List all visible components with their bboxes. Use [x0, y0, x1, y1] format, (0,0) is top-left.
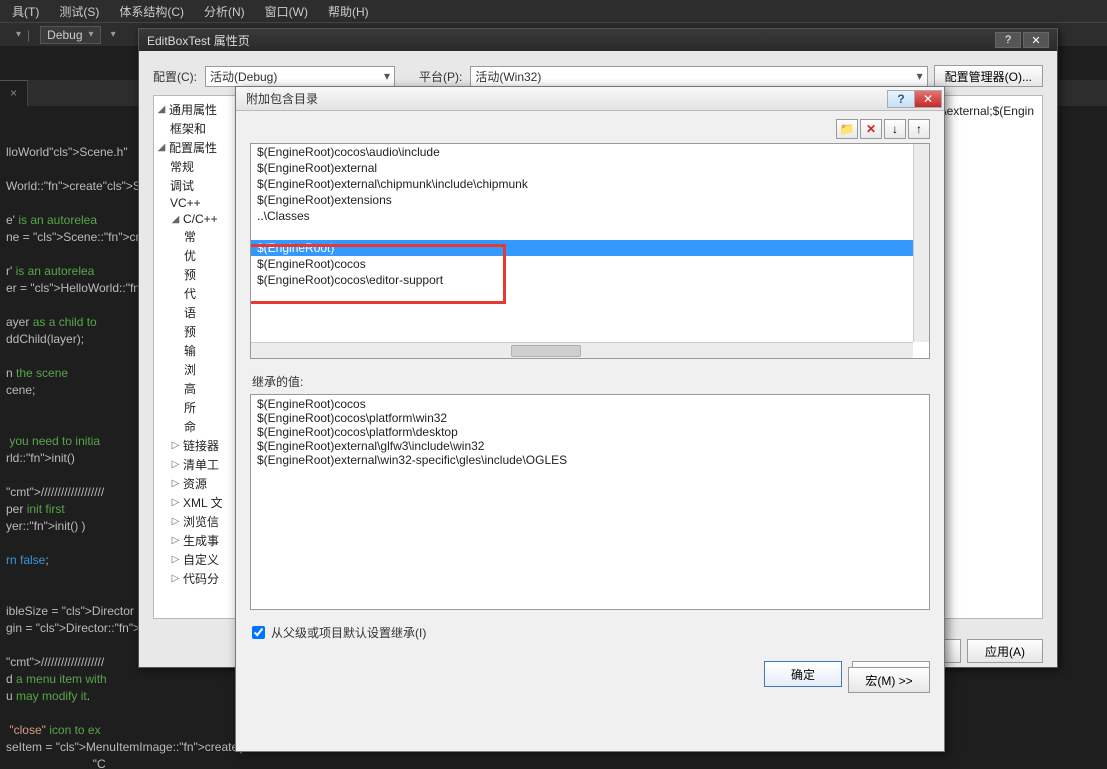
macro-button[interactable]: 宏(M) >>: [848, 667, 930, 693]
list-toolbar: 📁 ✕ ↓ ↑: [250, 119, 930, 139]
list-item[interactable]: $(EngineRoot)extensions: [251, 192, 929, 208]
close-btn[interactable]: ✕: [1023, 32, 1049, 48]
inherited-label: 继承的值:: [252, 373, 930, 390]
menu-help[interactable]: 帮助(H): [318, 0, 379, 23]
inherit-item: $(EngineRoot)cocos: [257, 397, 923, 411]
dialog-ok-button[interactable]: 确定: [764, 661, 842, 687]
additional-include-dialog: 附加包含目录 ? ✕ 📁 ✕ ↓ ↑ $(EngineRoot)cocos\au…: [235, 86, 945, 752]
menu-test[interactable]: 测试(S): [49, 0, 109, 23]
list-item[interactable]: $(EngineRoot)cocos\editor-support: [251, 272, 929, 288]
move-down-icon[interactable]: ↓: [884, 119, 906, 139]
list-item[interactable]: $(EngineRoot)external\chipmunk\include\c…: [251, 176, 929, 192]
include-dirs-list[interactable]: $(EngineRoot)cocos\audio\include$(Engine…: [250, 143, 930, 359]
menu-arch[interactable]: 体系结构(C): [109, 0, 194, 23]
prop-title-text: EditBoxTest 属性页: [147, 32, 250, 49]
toolbar-sep2: ▾: [111, 29, 116, 40]
platform-combo[interactable]: 活动(Win32)▾: [470, 66, 927, 87]
dialog-title: 附加包含目录: [246, 90, 318, 107]
inherit-checkbox[interactable]: [252, 626, 265, 639]
delete-icon[interactable]: ✕: [860, 119, 882, 139]
new-folder-icon[interactable]: 📁: [836, 119, 858, 139]
list-item[interactable]: $(EngineRoot)cocos\audio\include: [251, 144, 929, 160]
config-manager-button[interactable]: 配置管理器(O)...: [934, 65, 1043, 87]
inherit-item: $(EngineRoot)cocos\platform\desktop: [257, 425, 923, 439]
menu-tools[interactable]: 具(T): [2, 0, 49, 23]
dialog-help-icon[interactable]: ?: [887, 90, 915, 108]
menu-analyze[interactable]: 分析(N): [194, 0, 255, 23]
editor-tab[interactable]: ×: [0, 80, 28, 106]
toolbar-sep1: ▾: [16, 29, 21, 40]
config-label: 配置(C):: [153, 68, 197, 85]
inherit-check-label: 从父级或项目默认设置继承(I): [271, 624, 426, 641]
list-item[interactable]: $(EngineRoot)cocos: [251, 256, 929, 272]
move-up-icon[interactable]: ↑: [908, 119, 930, 139]
dialog-close-icon[interactable]: ✕: [914, 90, 942, 108]
help-btn[interactable]: ?: [995, 32, 1021, 48]
list-hscroll[interactable]: [251, 342, 913, 358]
list-item[interactable]: [251, 224, 929, 240]
inherited-list: $(EngineRoot)cocos$(EngineRoot)cocos\pla…: [250, 394, 930, 610]
inherit-item: $(EngineRoot)external\win32-specific\gle…: [257, 453, 923, 467]
menu-window[interactable]: 窗口(W): [255, 0, 318, 23]
prop-apply-button[interactable]: 应用(A): [967, 639, 1043, 663]
config-dropdown[interactable]: Debug▾: [40, 26, 100, 44]
main-menu: 具(T) 测试(S) 体系结构(C) 分析(N) 窗口(W) 帮助(H): [0, 0, 1107, 22]
platform-label: 平台(P):: [419, 68, 462, 85]
inherit-item: $(EngineRoot)cocos\platform\win32: [257, 411, 923, 425]
list-vscroll[interactable]: [913, 144, 929, 342]
prop-titlebar[interactable]: EditBoxTest 属性页 ? ✕: [139, 29, 1057, 51]
list-item[interactable]: $(EngineRoot)external: [251, 160, 929, 176]
inherit-item: $(EngineRoot)external\glfw3\include\win3…: [257, 439, 923, 453]
dialog-titlebar[interactable]: 附加包含目录 ? ✕: [236, 87, 944, 111]
list-item[interactable]: ..\Classes: [251, 208, 929, 224]
list-item[interactable]: $(EngineRoot): [251, 240, 929, 256]
config-combo[interactable]: 活动(Debug)▾: [205, 66, 395, 87]
